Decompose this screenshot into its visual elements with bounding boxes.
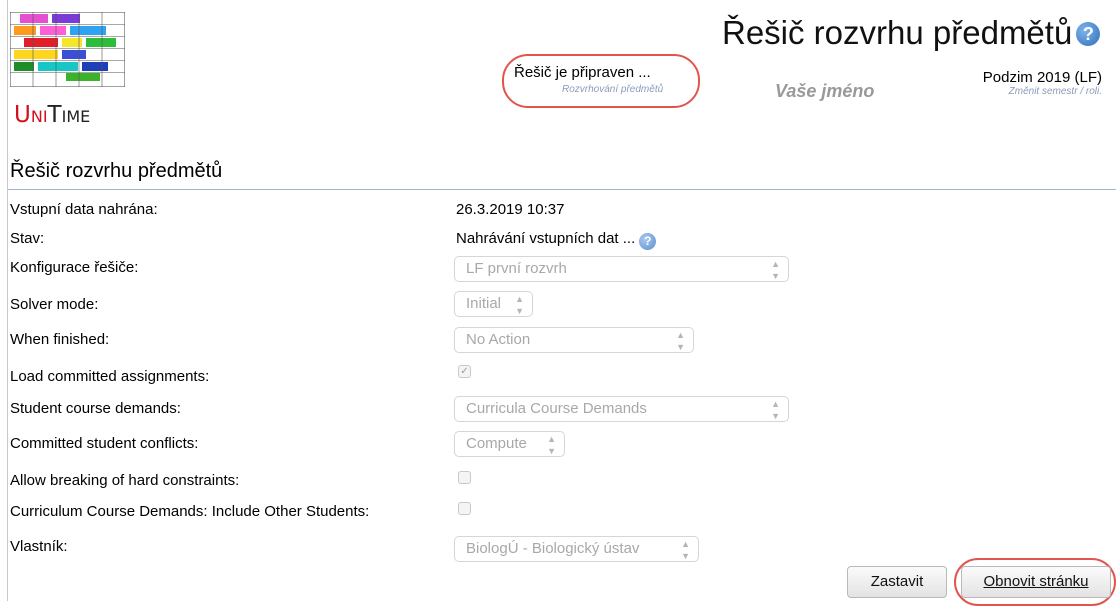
config-label: Konfigurace řešiče: — [10, 259, 139, 276]
info-icon[interactable]: ? — [639, 233, 657, 250]
select-arrows-icon: ▲ ▼ — [771, 399, 780, 421]
select-arrows-icon: ▲ ▼ — [681, 539, 690, 561]
solver-status-highlight — [502, 54, 700, 108]
user-name: Vaše jméno — [775, 81, 875, 101]
load-committed-checkbox[interactable]: ✓ — [458, 365, 471, 378]
left-border — [7, 0, 8, 601]
student-demands-select[interactable]: Curricula Course Demands ▲ ▼ — [454, 396, 789, 422]
unitime-logo-grid — [10, 12, 125, 87]
change-session-link[interactable]: Změnit semestr / roli. — [1009, 86, 1102, 97]
when-finished-label: When finished: — [10, 331, 110, 348]
data-loaded-value: 26.3.2019 10:37 — [456, 201, 565, 218]
committed-conflicts-select[interactable]: Compute ▲ ▼ — [454, 431, 565, 457]
load-committed-label: Load committed assignments: — [10, 368, 210, 385]
solver-mode-label: Solver mode: — [10, 296, 99, 313]
data-loaded-label: Vstupní data nahrána: — [10, 201, 158, 218]
refresh-button[interactable]: Obnovit stránku — [961, 566, 1111, 598]
status-value: Nahrávání vstupních dat ...? — [456, 230, 657, 250]
student-demands-label: Student course demands: — [10, 400, 181, 417]
solver-mode-select[interactable]: Initial ▲ ▼ — [454, 291, 533, 317]
app-title: Řešič rozvrhu předmětů? — [722, 14, 1101, 52]
breaking-constraints-checkbox[interactable] — [458, 471, 471, 484]
select-arrows-icon: ▲ ▼ — [771, 259, 780, 281]
select-arrows-icon: ▲ ▼ — [515, 294, 524, 316]
solver-status-subtitle[interactable]: Rozvrhování předmětů — [562, 84, 663, 95]
title-divider — [8, 189, 1116, 190]
owner-select[interactable]: BiologÚ - Biologický ústav ▲ ▼ — [454, 536, 699, 562]
when-finished-select[interactable]: No Action ▲ ▼ — [454, 327, 694, 353]
session-label: Podzim 2019 (LF) — [982, 69, 1102, 86]
unitime-logo-text: UNITIME — [14, 102, 91, 128]
owner-label: Vlastník: — [10, 538, 68, 555]
select-arrows-icon: ▲ ▼ — [547, 434, 556, 456]
committed-conflicts-label: Committed student conflicts: — [10, 435, 199, 452]
status-label: Stav: — [10, 230, 45, 247]
solver-status[interactable]: Řešič je připraven ... — [514, 64, 651, 81]
stop-button[interactable]: Zastavit — [847, 566, 947, 598]
config-select[interactable]: LF první rozvrh ▲ ▼ — [454, 256, 789, 282]
curriculum-other-students-checkbox[interactable] — [458, 502, 471, 515]
select-arrows-icon: ▲ ▼ — [676, 330, 685, 352]
curriculum-other-students-label: Curriculum Course Demands: Include Other… — [10, 503, 370, 520]
breaking-constraints-label: Allow breaking of hard constraints: — [10, 472, 240, 489]
page-title: Řešič rozvrhu předmětů — [10, 160, 223, 182]
help-circle-icon[interactable]: ? — [1076, 22, 1101, 46]
